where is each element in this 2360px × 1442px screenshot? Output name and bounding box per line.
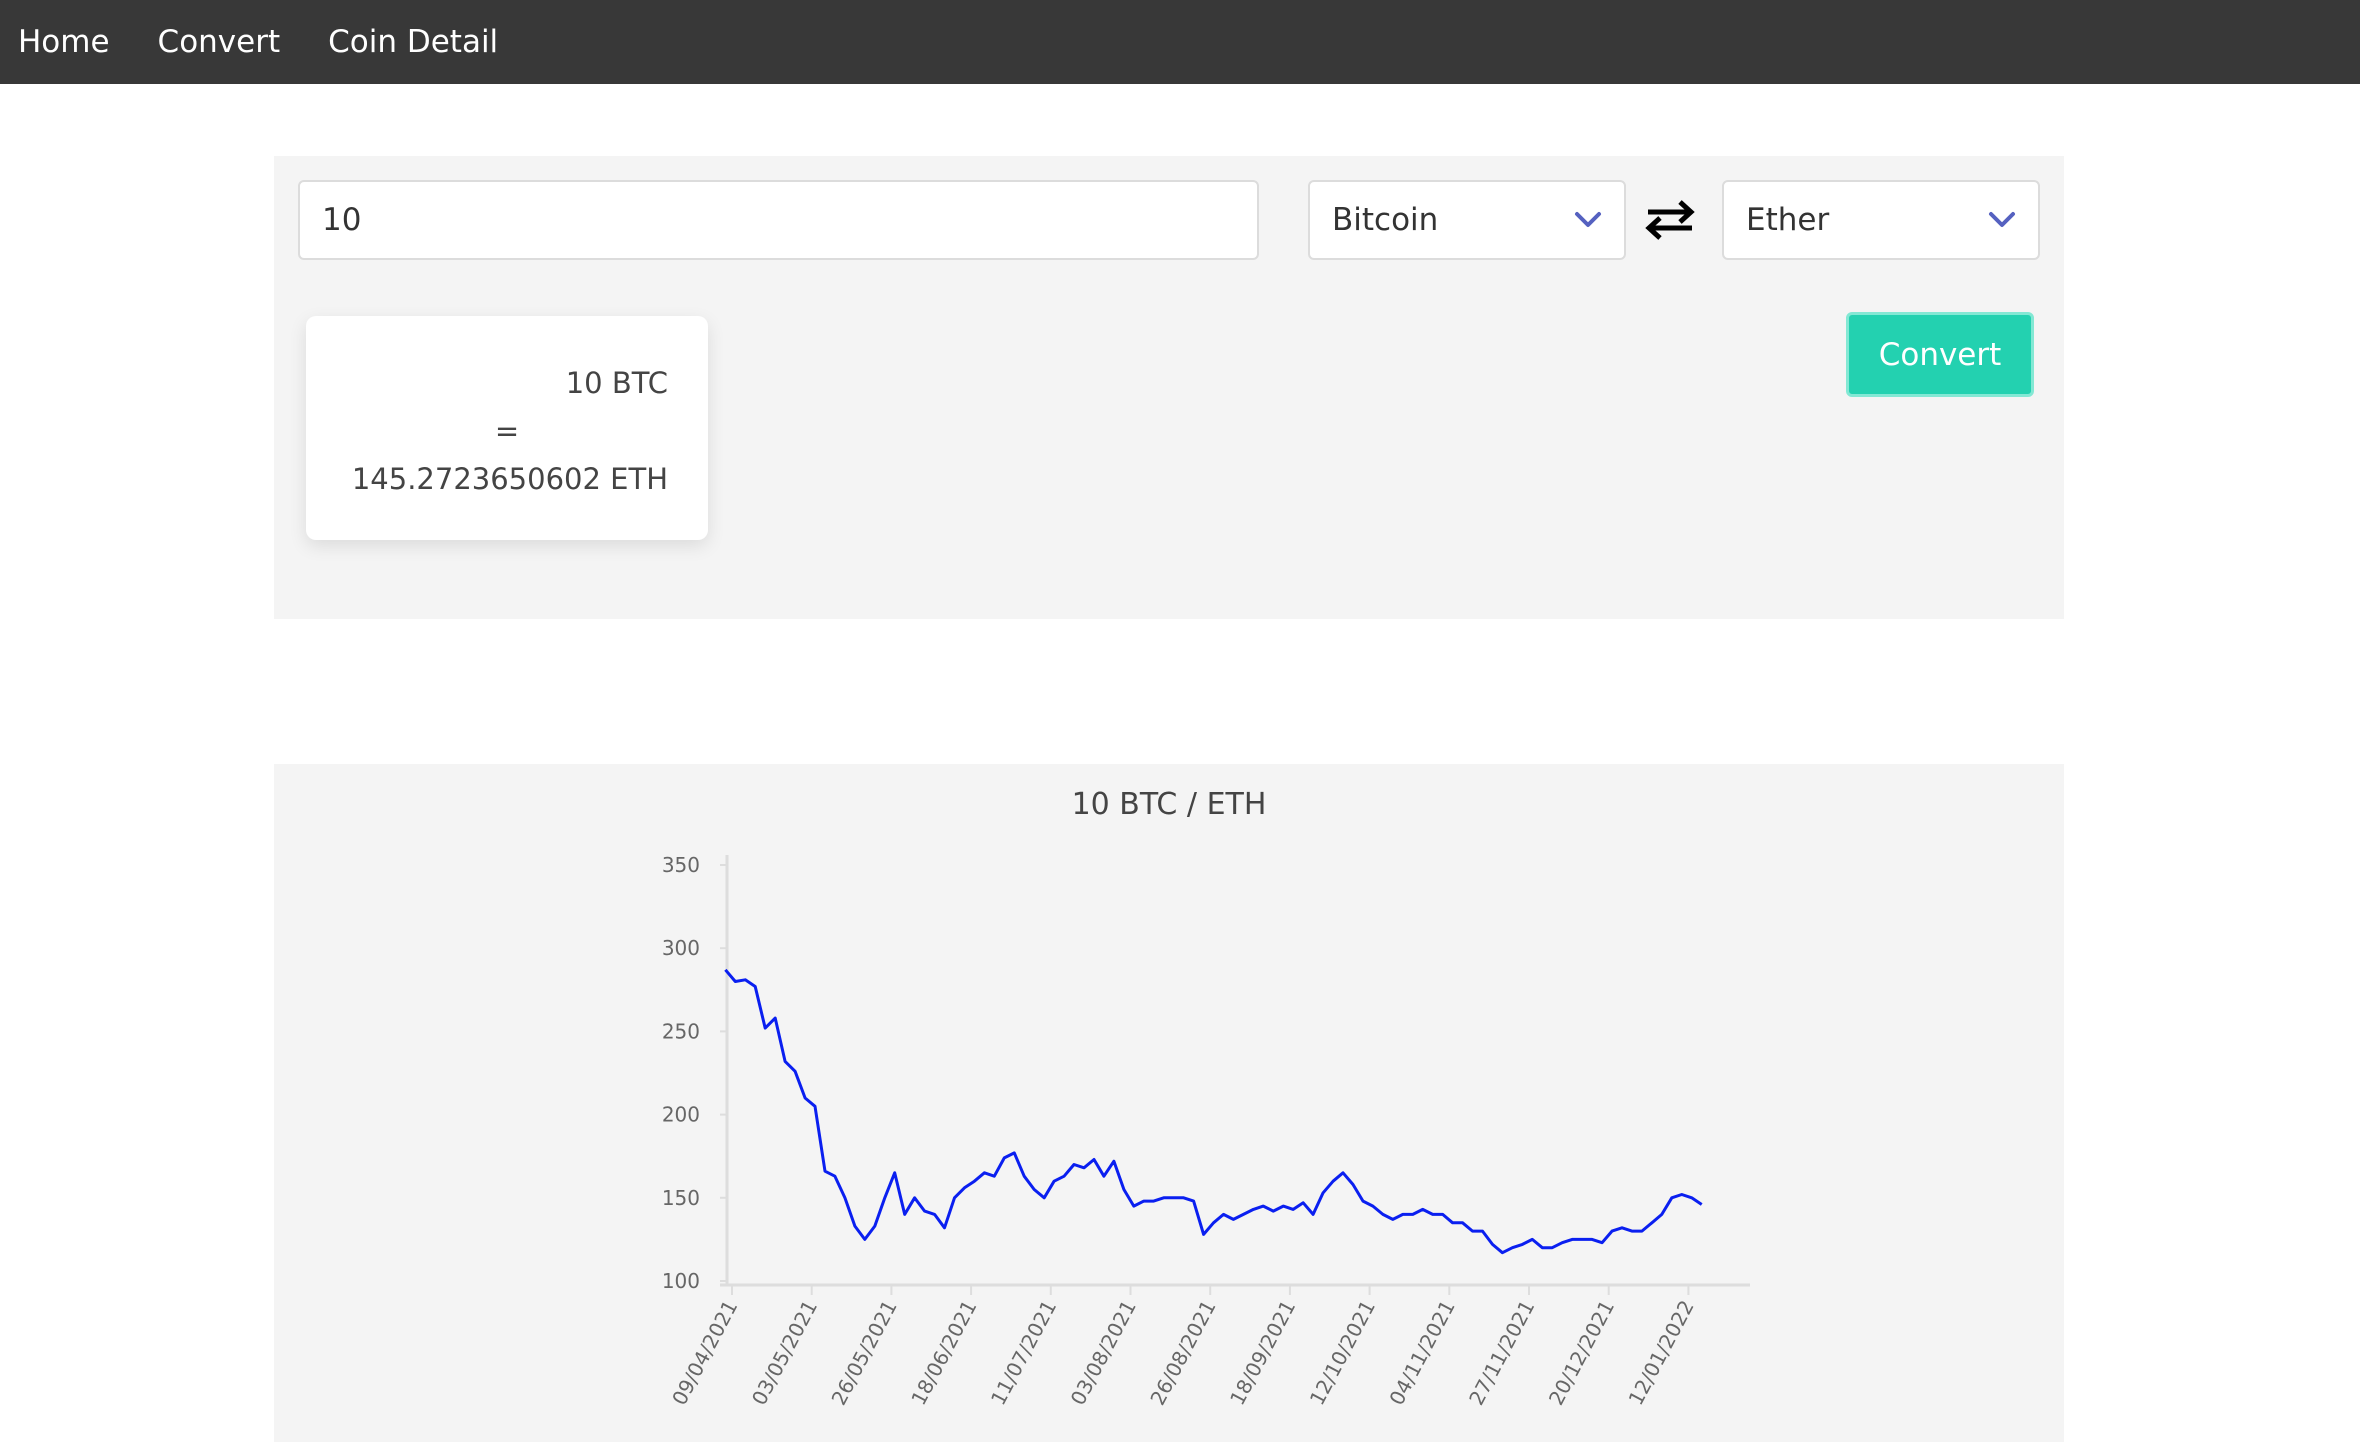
x-tick-label: 20/12/2021	[1544, 1296, 1619, 1409]
chevron-down-icon	[1575, 212, 1601, 227]
x-tick-label: 18/06/2021	[906, 1296, 981, 1409]
x-tick-label: 09/04/2021	[667, 1296, 742, 1409]
x-tick-label: 26/08/2021	[1145, 1296, 1220, 1409]
x-tick-label: 11/07/2021	[986, 1296, 1061, 1409]
y-tick-label: 250	[662, 1019, 700, 1043]
x-tick-label: 04/11/2021	[1384, 1296, 1459, 1409]
x-tick-label: 18/09/2021	[1225, 1296, 1300, 1409]
y-tick-label: 300	[662, 936, 700, 960]
chart-title: 10 BTC / ETH	[1072, 787, 1267, 822]
convert-button[interactable]: Convert	[1846, 312, 2034, 397]
series-line	[724, 968, 1703, 1255]
conversion-result-card: 10 BTC = 145.2723650602 ETH	[306, 316, 708, 540]
result-value-text: 145.2723650602 ETH	[351, 462, 668, 496]
top-navbar: Home Convert Coin Detail	[0, 0, 2360, 84]
chevron-down-icon	[1989, 212, 2015, 227]
result-amount-text: 10 BTC	[565, 366, 668, 400]
y-tick-label: 350	[662, 853, 700, 877]
x-tick-label: 12/10/2021	[1305, 1296, 1380, 1409]
x-tick-label: 27/11/2021	[1464, 1296, 1539, 1409]
nav-home-link[interactable]: Home	[18, 24, 110, 60]
y-tick-label: 150	[662, 1186, 700, 1210]
chart-panel: 10 BTC / ETH 100 150 200 250 300 350 09/04/2021…	[274, 764, 2064, 1442]
from-currency-select[interactable]: Bitcoin	[1308, 180, 1626, 260]
from-currency-value: Bitcoin	[1332, 202, 1439, 238]
nav-convert-link[interactable]: Convert	[158, 24, 281, 60]
to-currency-select[interactable]: Ether	[1722, 180, 2040, 260]
x-tick-label: 26/05/2021	[827, 1296, 902, 1409]
result-equals-text: =	[494, 414, 520, 448]
swap-arrows-icon[interactable]	[1644, 200, 1696, 240]
amount-input[interactable]	[298, 180, 1259, 260]
x-tick-label: 12/01/2022	[1624, 1296, 1699, 1409]
converter-panel: Bitcoin Ether Convert 10 BTC = 145.27236…	[274, 156, 2064, 619]
y-tick-label: 200	[662, 1103, 700, 1127]
x-tick-label: 03/08/2021	[1066, 1296, 1141, 1409]
y-tick-label: 100	[662, 1269, 700, 1293]
nav-coin-detail-link[interactable]: Coin Detail	[328, 24, 498, 60]
to-currency-value: Ether	[1746, 202, 1830, 238]
exchange-rate-chart: 10 BTC / ETH 100 150 200 250 300 350 09/04/2021…	[662, 787, 1750, 1409]
x-tick-label: 03/05/2021	[747, 1296, 822, 1409]
